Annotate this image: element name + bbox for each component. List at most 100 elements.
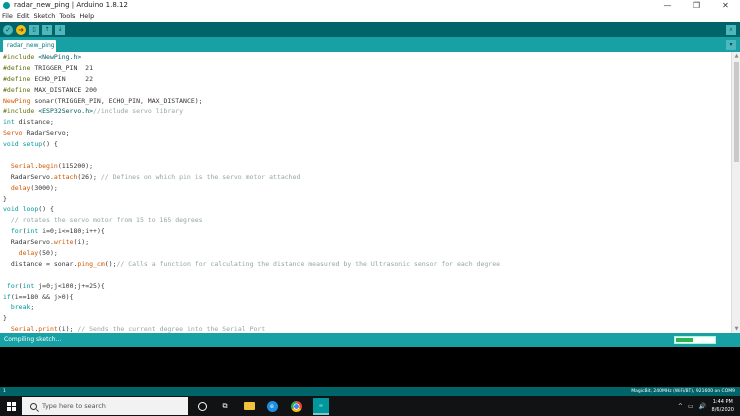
code-token: Servo — [3, 129, 23, 138]
code-token: MAX_DISTANCE 200 — [34, 85, 97, 94]
code-editor[interactable]: #include <NewPing.h> #define TRIGGER_PIN … — [0, 52, 740, 333]
new-button[interactable]: ▯ — [29, 24, 39, 35]
code-token: (115200); — [57, 161, 94, 170]
search-placeholder: Type here to search — [42, 402, 106, 410]
menu-tools[interactable]: Tools — [59, 11, 75, 22]
volume-icon[interactable]: 🔊 — [699, 403, 706, 410]
toolbar: ✓ ➜ ▯ ↑ ↓ ⌕ — [0, 22, 740, 37]
code-line: delay(3000); — [3, 183, 730, 194]
code-line: #define TRIGGER_PIN 21 — [3, 63, 730, 74]
save-button[interactable]: ↓ — [55, 24, 65, 35]
new-file-icon: ▯ — [32, 25, 36, 33]
arrow-up-icon: ↑ — [44, 25, 50, 33]
status-text: Compiling sketch... — [4, 336, 62, 343]
code-token: // Calls a function for calculating the … — [116, 259, 501, 268]
menu-sketch[interactable]: Sketch — [33, 11, 55, 22]
code-token: for — [6, 281, 19, 290]
code-token: // rotates the servo motor from 15 to 16… — [10, 216, 203, 225]
code-line: distance = sonar.ping_cm();// Calls a fu… — [3, 259, 730, 270]
chevron-down-icon: ▾ — [729, 41, 733, 48]
code-token: loop — [22, 205, 39, 214]
arduino-taskbar-button[interactable]: ∞ — [313, 398, 329, 415]
output-console[interactable] — [0, 347, 740, 387]
code-line: break; — [3, 302, 730, 313]
code-line: int distance; — [3, 117, 730, 128]
arrow-down-icon: ↓ — [57, 25, 63, 33]
code-token: (); — [104, 259, 117, 268]
menu-edit[interactable]: Edit — [17, 11, 30, 22]
system-tray: ^ ▭ 🔊 — [673, 396, 706, 416]
minimize-button[interactable]: — — [653, 0, 682, 11]
cortana-icon — [197, 401, 207, 411]
code-token: RadarServo; — [22, 129, 70, 138]
open-button[interactable]: ↑ — [42, 24, 52, 35]
maximize-button[interactable]: ❐ — [682, 0, 711, 11]
chrome-button[interactable] — [289, 399, 303, 413]
check-icon: ✓ — [5, 25, 11, 34]
code-line: Servo RadarServo; — [3, 128, 730, 139]
code-line: Serial.print(i); // Sends the current de… — [3, 324, 730, 333]
tray-chevron-icon[interactable]: ^ — [678, 403, 683, 410]
code-line: for(int j=0;j<100;j+=25){ — [3, 281, 730, 292]
file-explorer-button[interactable] — [242, 399, 256, 413]
code-token: RadarServo. — [3, 172, 54, 181]
code-token: int — [22, 281, 35, 290]
code-token: //include servo library — [93, 107, 184, 116]
arrow-right-icon: ➜ — [18, 25, 24, 34]
status-bar: Compiling sketch... — [0, 333, 740, 347]
code-token: TRIGGER_PIN 21 — [34, 63, 94, 72]
close-button[interactable]: ✕ — [711, 0, 740, 11]
start-button[interactable] — [0, 396, 22, 416]
code-token: i=0;i<=180;i++){ — [38, 227, 105, 236]
code-line: #include <ESP32Servo.h>//include servo l… — [3, 106, 730, 117]
clock-date: 8/6/2020 — [711, 407, 734, 413]
progress-fill — [676, 338, 693, 342]
title-bar: radar_new_ping | Arduino 1.8.12 — ❐ ✕ — [0, 0, 740, 11]
code-token: (3000); — [30, 183, 58, 192]
cortana-button[interactable] — [195, 399, 209, 413]
upload-button[interactable]: ➜ — [16, 24, 26, 35]
search-icon — [30, 402, 37, 410]
code-line: #define ECHO_PIN 22 — [3, 74, 730, 85]
vertical-scrollbar[interactable]: ▲ ▼ — [731, 52, 740, 333]
code-token: () { — [38, 205, 54, 214]
scroll-up-icon[interactable]: ▲ — [732, 53, 740, 59]
code-token: ; — [30, 303, 35, 312]
code-text-area[interactable]: #include <NewPing.h> #define TRIGGER_PIN … — [3, 52, 730, 333]
menu-help[interactable]: Help — [79, 11, 94, 22]
magnifier-icon: ⌕ — [729, 25, 733, 33]
code-line: } — [3, 194, 730, 205]
code-token: print — [38, 325, 58, 333]
code-token: ECHO_PIN 22 — [34, 74, 94, 83]
taskbar-clock[interactable]: 1:44 PM 8/6/2020 — [712, 398, 734, 414]
network-icon[interactable]: ▭ — [688, 403, 694, 410]
code-line: void setup() { — [3, 139, 730, 150]
code-line: NewPing sonar(TRIGGER_PIN, ECHO_PIN, MAX… — [3, 96, 730, 107]
code-token: delay — [18, 249, 39, 258]
task-view-button[interactable]: ⧉ — [218, 399, 232, 413]
tab-menu-button[interactable]: ▾ — [726, 40, 736, 50]
serial-monitor-button[interactable]: ⌕ — [726, 24, 736, 35]
scroll-down-icon[interactable]: ▼ — [732, 326, 740, 332]
code-token: #define — [3, 85, 35, 94]
task-view-icon: ⧉ — [222, 401, 228, 410]
menu-bar: File Edit Sketch Tools Help — [0, 11, 740, 22]
tab-radar-new-ping[interactable]: radar_new_ping — [3, 40, 56, 52]
edge-button[interactable]: e — [265, 399, 279, 413]
verify-button[interactable]: ✓ — [3, 24, 13, 35]
code-token: // Sends the current degree into the Ser… — [77, 325, 266, 333]
code-token: ping_cm — [77, 259, 105, 268]
code-token: setup — [22, 140, 43, 149]
code-token: int — [3, 118, 15, 127]
taskbar-search-box[interactable]: Type here to search — [22, 397, 188, 415]
code-token: if — [3, 292, 11, 301]
compile-progress-bar — [674, 336, 716, 344]
menu-file[interactable]: File — [2, 11, 13, 22]
code-token: <ESP32Servo.h> — [38, 107, 94, 116]
scrollbar-thumb[interactable] — [734, 62, 739, 162]
